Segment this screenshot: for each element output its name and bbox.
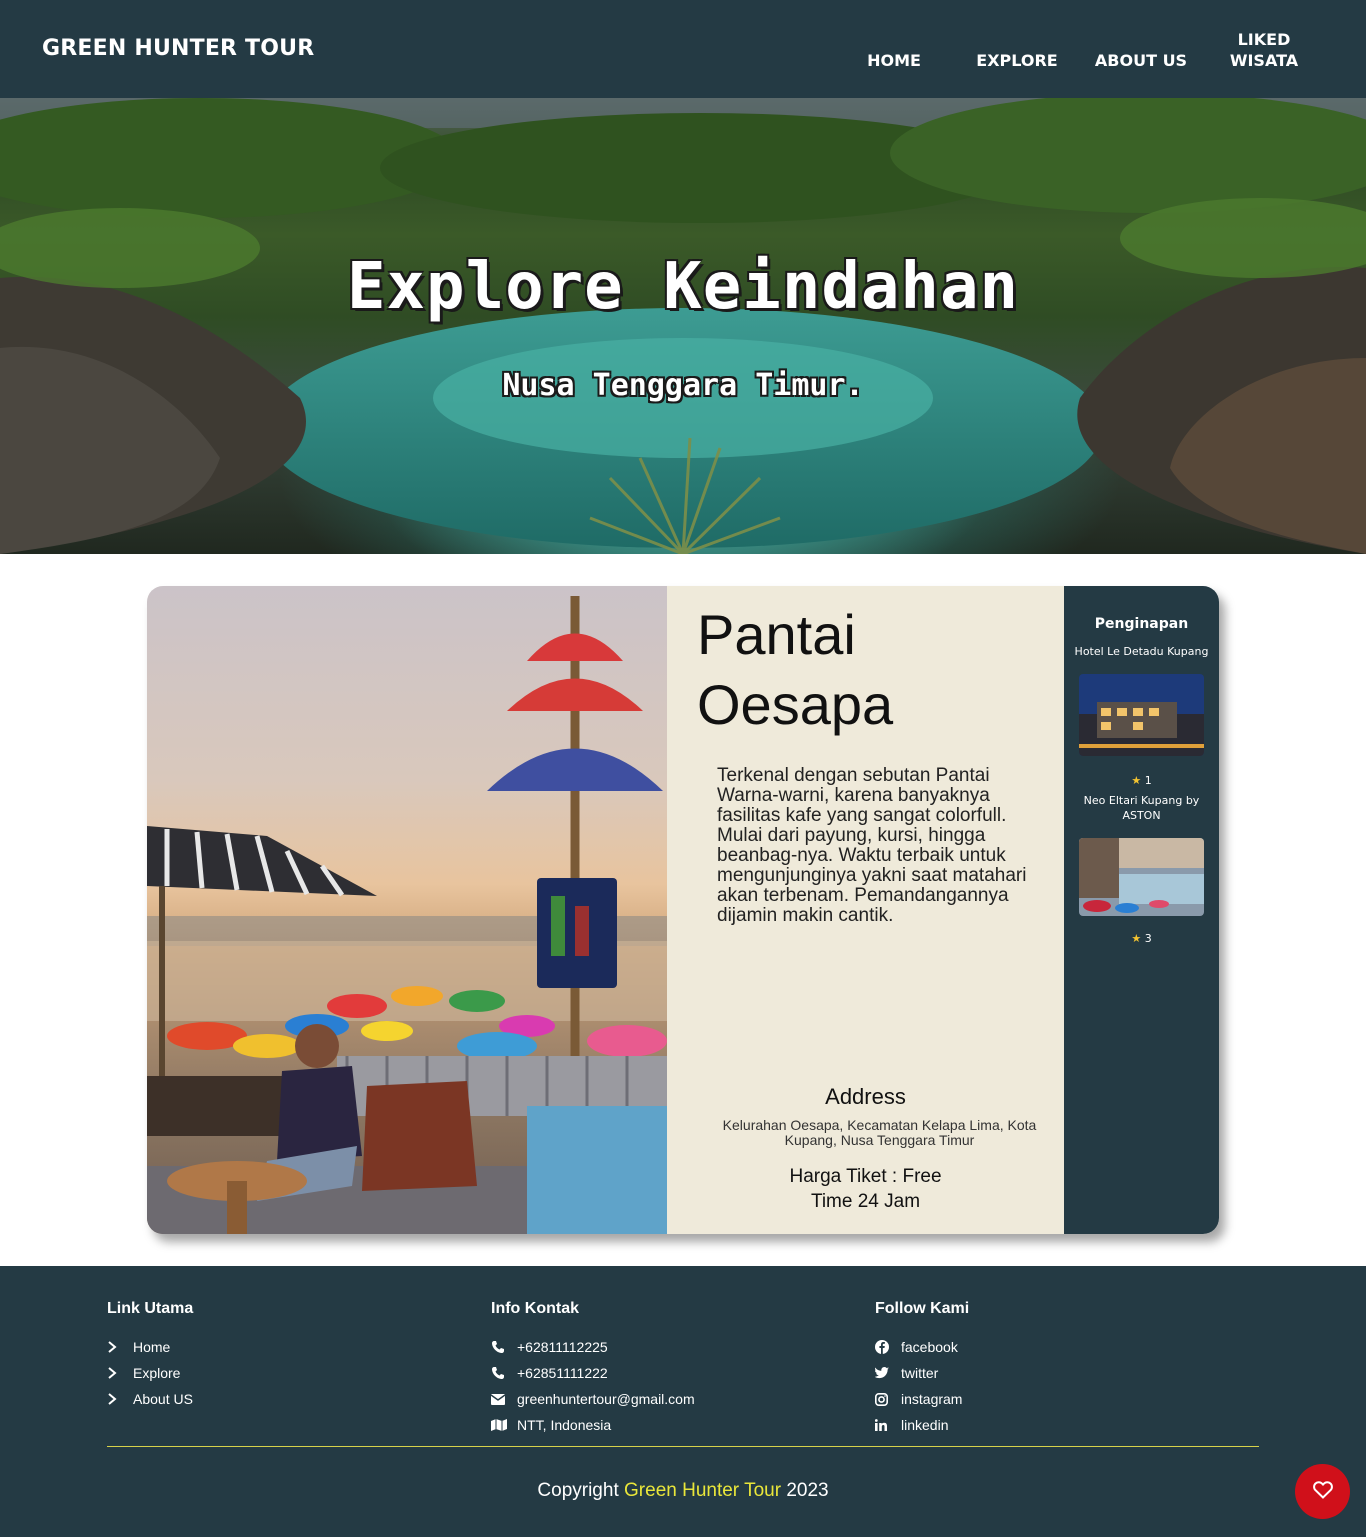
social-facebook[interactable]: facebook	[875, 1334, 969, 1360]
heart-icon	[1312, 1480, 1333, 1503]
chevron-right-icon	[107, 1391, 125, 1407]
hotel-name: Hotel Le Detadu Kupang	[1074, 645, 1209, 658]
ticket-info: Harga Tiket : Free Time 24 Jam	[667, 1164, 1064, 1214]
footer: Link Utama Home Explore About US Info Ko…	[0, 1266, 1366, 1537]
linkedin-icon	[875, 1417, 893, 1433]
footer-link-explore[interactable]: Explore	[107, 1360, 193, 1386]
ticket-price: Harga Tiket : Free	[789, 1166, 942, 1187]
footer-follow-title: Follow Kami	[875, 1300, 970, 1317]
hotel-rating-value: 1	[1144, 774, 1152, 787]
copyright-text: Copyright Green Hunter Tour 2023	[0, 1480, 1366, 1502]
social-linkedin[interactable]: linkedin	[875, 1412, 969, 1438]
opening-time: Time 24 Jam	[810, 1191, 921, 1212]
envelope-icon	[491, 1391, 509, 1407]
destination-description: Terkenal dengan sebutan Pantai Warna-war…	[717, 765, 1027, 926]
footer-link-about[interactable]: About US	[107, 1386, 193, 1412]
social-label: facebook	[901, 1339, 958, 1355]
facebook-icon	[875, 1339, 893, 1355]
footer-link-label: About US	[133, 1391, 193, 1407]
contact-phone-2[interactable]: +62851111222	[491, 1360, 695, 1386]
destination-info: Pantai Oesapa Terkenal dengan sebutan Pa…	[667, 586, 1064, 1234]
hotel-rating-value: 3	[1144, 932, 1152, 945]
contact-email[interactable]: greenhuntertour@gmail.com	[491, 1386, 695, 1412]
contact-text: +62811112225	[517, 1339, 608, 1355]
navbar: GREEN HUNTER TOUR HOME EXPLORE ABOUT US …	[0, 0, 1366, 98]
lodging-panel: Penginapan Hotel Le Detadu Kupang ★ 1 Ne…	[1064, 586, 1219, 1234]
contact-phone-1[interactable]: +62811112225	[491, 1334, 695, 1360]
contact-location[interactable]: NTT, Indonesia	[491, 1412, 695, 1438]
phone-icon	[491, 1365, 509, 1381]
destination-title: Pantai Oesapa	[697, 603, 894, 736]
twitter-icon	[875, 1365, 893, 1381]
hero-banner: Explore Keindahan Nusa Tenggara Timur.	[0, 98, 1366, 554]
hotel-image[interactable]	[1079, 838, 1204, 916]
hero-title: Explore Keindahan	[346, 250, 1020, 324]
footer-contact-column: Info Kontak +62811112225 +62851111222 gr…	[491, 1300, 695, 1438]
contact-text: +62851111222	[517, 1365, 608, 1381]
hotel-rating: ★ 3	[1064, 932, 1219, 945]
social-label: twitter	[901, 1365, 939, 1381]
lodging-title: Penginapan	[1094, 616, 1189, 632]
nav-home[interactable]: HOME	[866, 50, 922, 71]
contact-text: greenhuntertour@gmail.com	[517, 1391, 695, 1407]
star-icon: ★	[1131, 932, 1142, 945]
social-label: instagram	[901, 1391, 963, 1407]
star-icon: ★	[1131, 774, 1142, 787]
chevron-right-icon	[107, 1365, 125, 1381]
social-instagram[interactable]: instagram	[875, 1386, 969, 1412]
hero-landscape-image	[0, 98, 1366, 554]
footer-links-column: Link Utama Home Explore About US	[107, 1300, 193, 1412]
hotel-name: Neo Eltari Kupang by ASTON	[1083, 794, 1200, 822]
hero-subtitle: Nusa Tenggara Timur.	[502, 368, 864, 403]
nav-liked-wisata[interactable]: LIKED WISATA	[1224, 29, 1304, 71]
social-twitter[interactable]: twitter	[875, 1360, 969, 1386]
copyright-prefix: Copyright	[537, 1480, 619, 1501]
copyright-brand: Green Hunter Tour	[624, 1480, 782, 1501]
contact-text: NTT, Indonesia	[517, 1417, 612, 1433]
address-text: Kelurahan Oesapa, Kecamatan Kelapa Lima,…	[722, 1117, 1037, 1148]
footer-divider	[107, 1446, 1259, 1447]
destination-card: Pantai Oesapa Terkenal dengan sebutan Pa…	[147, 586, 1219, 1234]
hotel-image[interactable]	[1079, 674, 1204, 756]
chevron-right-icon	[107, 1339, 125, 1355]
destination-photo	[147, 586, 667, 1234]
copyright-year: 2023	[786, 1480, 829, 1501]
footer-contact-title: Info Kontak	[491, 1300, 579, 1317]
footer-follow-column: Follow Kami facebook twitter instagram l…	[875, 1300, 969, 1438]
footer-link-home[interactable]: Home	[107, 1334, 193, 1360]
phone-icon	[491, 1339, 509, 1355]
address-label: Address	[825, 1084, 906, 1109]
map-icon	[491, 1417, 509, 1433]
liked-wisata-button[interactable]	[1295, 1464, 1350, 1519]
footer-link-label: Explore	[133, 1365, 181, 1381]
hotel-photo-image	[1079, 674, 1204, 756]
hotel-photo-image	[1079, 838, 1204, 916]
footer-link-label: Home	[133, 1339, 171, 1355]
hotel-rating: ★ 1	[1064, 774, 1219, 787]
brand-logo[interactable]: GREEN HUNTER TOUR	[42, 36, 314, 61]
nav-about-us[interactable]: ABOUT US	[1094, 50, 1188, 71]
nav-explore[interactable]: EXPLORE	[976, 50, 1058, 71]
footer-links-title: Link Utama	[107, 1300, 194, 1317]
beach-photo-image	[147, 596, 667, 1234]
instagram-icon	[875, 1391, 893, 1407]
social-label: linkedin	[901, 1417, 949, 1433]
